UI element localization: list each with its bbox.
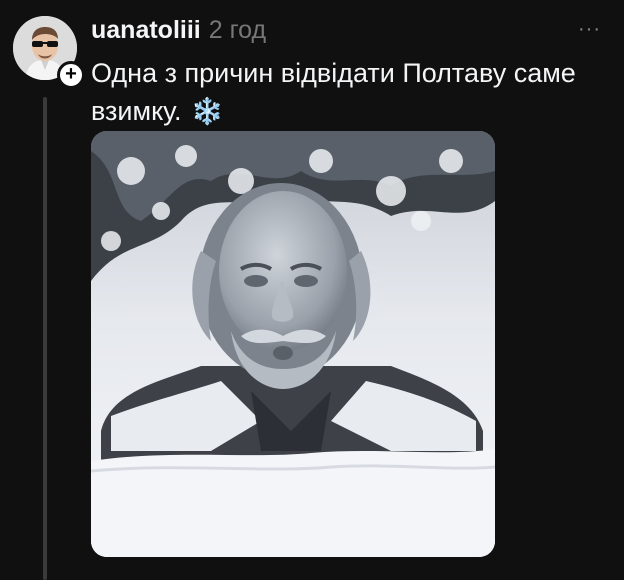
post-header: uanatoliii 2 год bbox=[91, 16, 266, 48]
follow-plus-icon[interactable]: + bbox=[57, 61, 85, 89]
more-options-icon[interactable]: ··· bbox=[578, 18, 601, 41]
post-text: Одна з причин відвідати Полтаву саме взи… bbox=[91, 54, 591, 130]
post-time: 2 год bbox=[208, 16, 267, 44]
thread-post: + uanatoliii 2 год ··· Одна з причин від… bbox=[0, 0, 624, 580]
snowflake-icon: ❄️ bbox=[191, 96, 224, 126]
username[interactable]: uanatoliii bbox=[91, 16, 201, 45]
snow-covered-bust-image bbox=[91, 131, 495, 557]
post-text-content: Одна з причин відвідати Полтаву саме взи… bbox=[91, 58, 576, 126]
author-avatar-wrap[interactable]: + bbox=[13, 16, 85, 89]
post-image[interactable] bbox=[91, 131, 495, 557]
thread-connector-line bbox=[43, 97, 47, 580]
